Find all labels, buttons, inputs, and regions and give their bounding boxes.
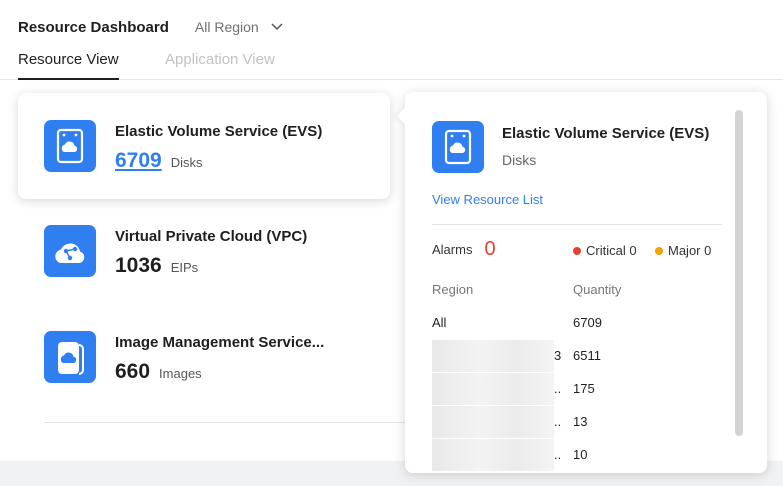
- card-count: 1036: [115, 254, 162, 277]
- region-cell: 3: [554, 348, 562, 363]
- resource-card-ims[interactable]: Image Management Service... 660 Images: [18, 304, 390, 410]
- region-cell: ..: [554, 414, 562, 429]
- alarms-label: Alarms: [432, 242, 473, 257]
- critical-label: Critical 0: [586, 243, 637, 258]
- region-cell: All: [432, 315, 447, 330]
- quantity-cell: 10: [573, 447, 588, 462]
- table-row: .. 10: [432, 439, 722, 480]
- chevron-down-icon: [271, 23, 283, 31]
- alarms-summary: Alarms 0: [432, 238, 496, 261]
- card-list-divider: [44, 422, 414, 423]
- tab-resource-view[interactable]: Resource View: [18, 51, 119, 80]
- quantity-cell: 6511: [573, 348, 601, 363]
- redacted-region: [432, 373, 554, 405]
- evs-disk-icon: [432, 121, 484, 173]
- view-resource-list-link[interactable]: View Resource List: [432, 192, 543, 207]
- major-dot-icon: [655, 246, 663, 255]
- evs-disk-icon: [44, 120, 96, 172]
- region-cell: ..: [554, 447, 562, 462]
- region-cell: ..: [554, 381, 562, 396]
- tab-application-view[interactable]: Application View: [165, 51, 275, 80]
- major-label: Major 0: [668, 243, 712, 258]
- redacted-region: [432, 340, 554, 372]
- major-legend: Major 0: [655, 243, 711, 258]
- popover-arrow: [396, 107, 414, 125]
- vpc-cloud-icon: [44, 225, 96, 277]
- card-unit: Images: [159, 366, 202, 381]
- region-select[interactable]: All Region: [195, 19, 283, 35]
- quantity-cell: 6709: [573, 315, 602, 330]
- critical-legend: Critical 0: [573, 243, 637, 258]
- view-tabs: Resource View Application View: [0, 46, 783, 80]
- column-header-region: Region: [432, 282, 474, 297]
- dashboard-header: Resource Dashboard All Region: [18, 17, 283, 37]
- resource-card-evs[interactable]: Elastic Volume Service (EVS) 6709 Disks: [18, 93, 390, 199]
- card-name: Virtual Private Cloud (VPC): [115, 228, 308, 245]
- quantity-cell: 175: [573, 381, 595, 396]
- ims-image-icon: [44, 331, 96, 383]
- card-count: 660: [115, 360, 151, 383]
- resource-detail-popover: Elastic Volume Service (EVS) Disks View …: [396, 92, 767, 473]
- popover-subtitle: Disks: [502, 152, 537, 168]
- popover-scrollbar[interactable]: [735, 110, 743, 436]
- column-header-quantity: Quantity: [573, 282, 622, 297]
- redacted-region: [432, 439, 554, 471]
- alarms-count[interactable]: 0: [484, 238, 495, 261]
- card-unit: Disks: [170, 155, 203, 170]
- region-select-value: All Region: [194, 19, 259, 35]
- resource-card-vpc[interactable]: Virtual Private Cloud (VPC) 1036 EIPs: [18, 198, 390, 304]
- card-unit: EIPs: [170, 260, 199, 275]
- card-name: Image Management Service...: [115, 334, 325, 351]
- popover-title: Elastic Volume Service (EVS): [502, 125, 710, 142]
- card-count-link[interactable]: 6709: [115, 149, 162, 173]
- redacted-region: [432, 406, 554, 438]
- critical-dot-icon: [573, 246, 581, 255]
- popover-divider: [432, 224, 722, 225]
- page-title: Resource Dashboard: [18, 18, 169, 36]
- quantity-cell: 13: [573, 414, 588, 429]
- card-name: Elastic Volume Service (EVS): [115, 123, 323, 140]
